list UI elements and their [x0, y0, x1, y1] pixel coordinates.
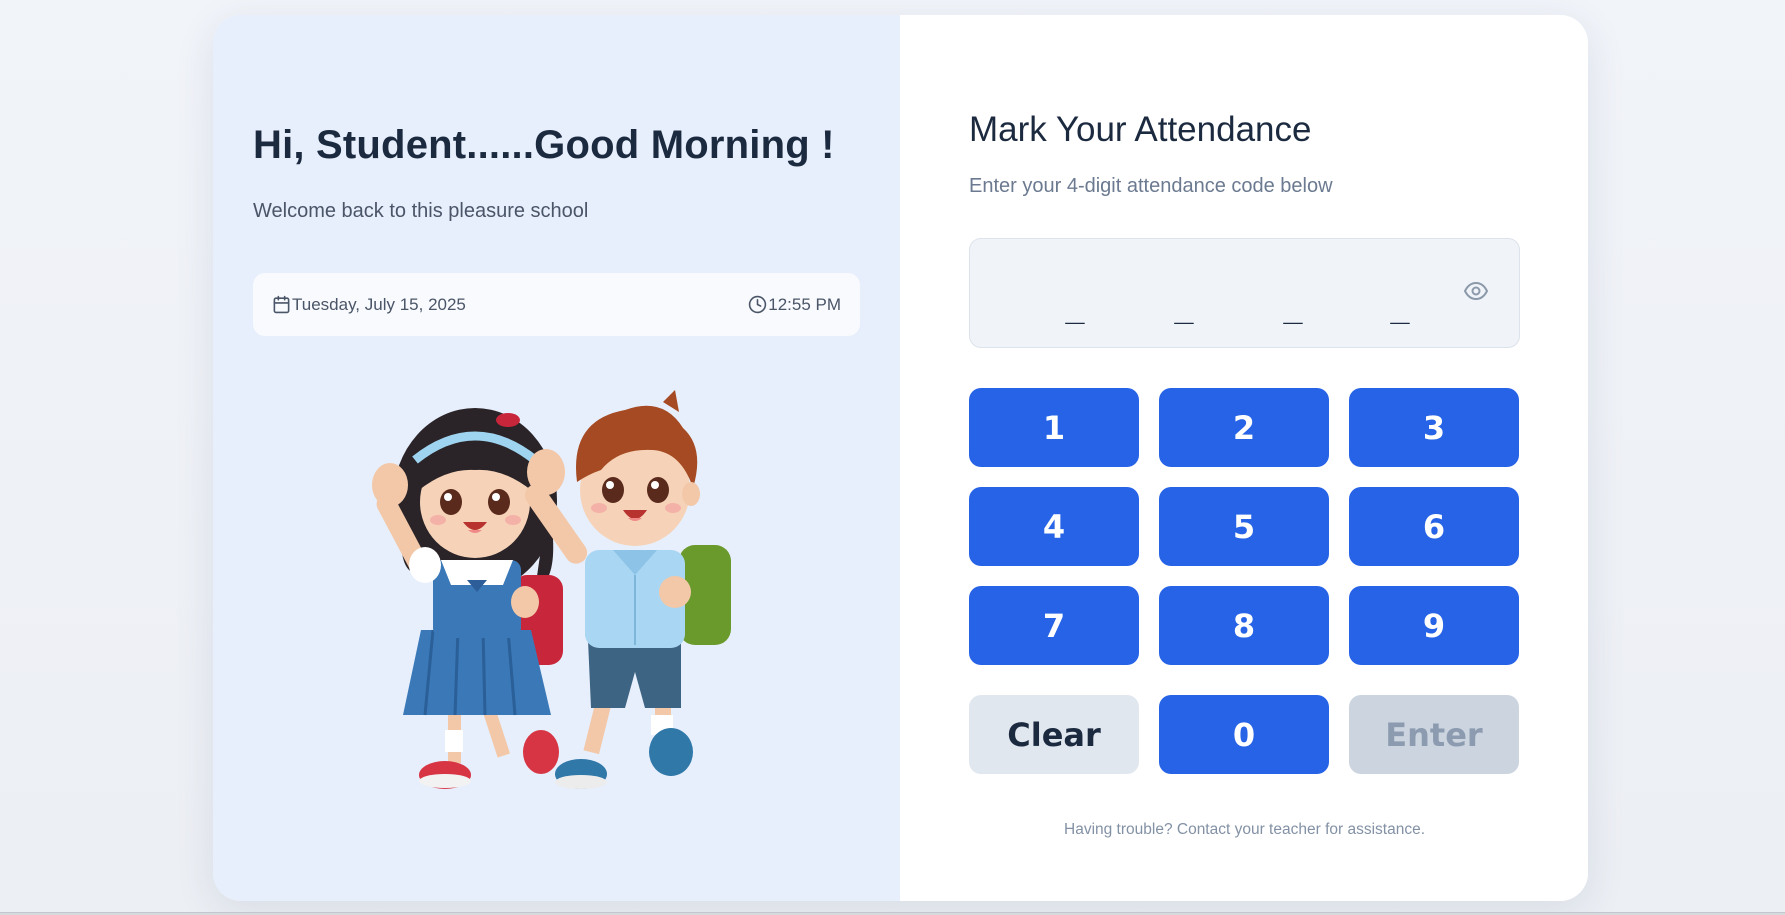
key-9-button[interactable]: 9 — [1349, 586, 1519, 665]
time-text: 12:55 PM — [768, 294, 841, 314]
attendance-title: Mark Your Attendance — [969, 110, 1312, 149]
date-display: Tuesday, July 15, 2025 — [272, 295, 466, 315]
calendar-icon — [272, 295, 291, 314]
key-4-button[interactable]: 4 — [969, 487, 1139, 566]
greeting-subtitle: Welcome back to this pleasure school — [253, 200, 589, 222]
attendance-hint: Enter your 4-digit attendance code below — [969, 175, 1333, 197]
attendance-card: Hi, Student......Good Morning ! Welcome … — [213, 15, 1588, 901]
greeting-title: Hi, Student......Good Morning ! — [253, 123, 835, 167]
date-time-bar: Tuesday, July 15, 2025 12:55 PM — [253, 273, 860, 336]
attendance-panel: Mark Your Attendance Enter your 4-digit … — [900, 15, 1588, 901]
code-input-display[interactable]: _ _ _ _ — [969, 238, 1520, 348]
enter-button[interactable]: Enter — [1349, 695, 1519, 774]
clear-button[interactable]: Clear — [969, 695, 1139, 774]
code-slot-4: _ — [1390, 290, 1410, 328]
help-text: Having trouble? Contact your teacher for… — [1064, 821, 1425, 838]
eye-icon[interactable] — [1464, 281, 1488, 301]
key-2-button[interactable]: 2 — [1159, 388, 1329, 467]
time-display: 12:55 PM — [748, 295, 841, 315]
key-7-button[interactable]: 7 — [969, 586, 1139, 665]
key-5-button[interactable]: 5 — [1159, 487, 1329, 566]
key-3-button[interactable]: 3 — [1349, 388, 1519, 467]
two-students-waving-illustration — [363, 390, 743, 810]
key-0-button[interactable]: 0 — [1159, 695, 1329, 774]
key-8-button[interactable]: 8 — [1159, 586, 1329, 665]
code-slot-1: _ — [1065, 290, 1085, 328]
clock-icon — [748, 295, 767, 314]
key-6-button[interactable]: 6 — [1349, 487, 1519, 566]
key-1-button[interactable]: 1 — [969, 388, 1139, 467]
welcome-panel: Hi, Student......Good Morning ! Welcome … — [213, 15, 900, 901]
code-slot-3: _ — [1283, 290, 1303, 328]
code-slot-2: _ — [1174, 290, 1194, 328]
date-text: Tuesday, July 15, 2025 — [292, 294, 466, 314]
